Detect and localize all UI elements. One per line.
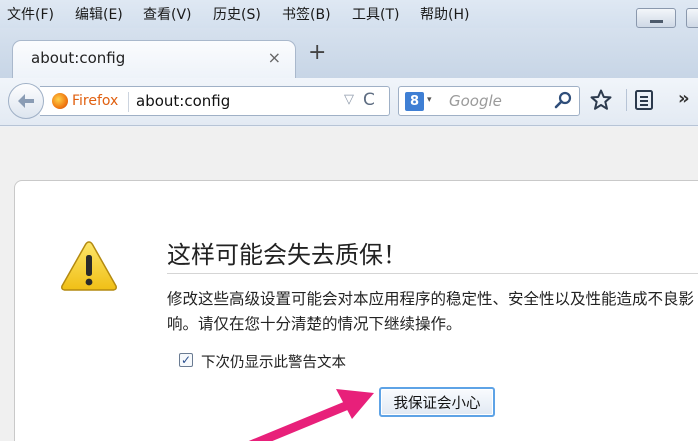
toolbar-separator	[626, 89, 627, 111]
tab-title: about:config	[31, 49, 126, 67]
back-button[interactable]	[8, 83, 44, 119]
search-engine-caret-icon[interactable]: ▾	[427, 95, 432, 105]
menu-view[interactable]: 查看(V)	[143, 4, 192, 24]
show-warning-checkbox[interactable]: ✓	[179, 353, 193, 367]
warning-description: 修改这些高级设置可能会对本应用程序的稳定性、安全性以及性能造成不良影响。请仅在您…	[167, 290, 695, 333]
toolbar-overflow-icon[interactable]: »	[678, 88, 690, 109]
search-icon[interactable]	[553, 90, 573, 114]
accept-risk-button[interactable]: 我保证会小心	[379, 387, 495, 417]
menu-bar: 文件(F) 编辑(E) 查看(V) 历史(S) 书签(B) 工具(T) 帮助(H…	[0, 0, 698, 28]
url-history-dropdown-icon[interactable]: ▽	[344, 92, 354, 107]
tab-strip: about:config × +	[0, 28, 698, 78]
menu-edit[interactable]: 编辑(E)	[75, 4, 123, 24]
show-warning-checkbox-label[interactable]: 下次仍显示此警告文本	[201, 351, 346, 372]
bookmarks-menu-icon[interactable]	[634, 89, 654, 115]
tab-about-config[interactable]: about:config ×	[12, 40, 296, 78]
warning-title: 这样可能会失去质保！	[167, 241, 407, 269]
firefox-icon	[52, 93, 68, 109]
pointer-arrow-annotation	[248, 389, 374, 441]
url-input[interactable]: about:config	[136, 92, 230, 110]
identity-label[interactable]: Firefox	[72, 93, 118, 109]
menu-help[interactable]: 帮助(H)	[420, 4, 469, 24]
menu-file[interactable]: 文件(F)	[7, 4, 54, 24]
back-arrow-icon	[18, 94, 34, 108]
search-bar[interactable]: 8 ▾ Google	[398, 86, 580, 116]
search-engine-icon[interactable]: 8	[405, 92, 424, 111]
page-content: 这样可能会失去质保！ 修改这些高级设置可能会对本应用程序的稳定性、安全性以及性能…	[0, 127, 698, 441]
reload-icon[interactable]: C	[363, 90, 375, 110]
warning-triangle-icon	[61, 241, 117, 291]
url-bar[interactable]: Firefox about:config ▽ C	[40, 86, 390, 116]
url-separator	[128, 92, 129, 112]
navigation-toolbar: Firefox about:config ▽ C 8 ▾ Google »	[0, 78, 698, 126]
new-tab-button[interactable]: +	[308, 40, 326, 65]
bookmark-star-icon[interactable]	[590, 89, 612, 115]
tab-close-icon[interactable]: ×	[268, 48, 281, 67]
title-divider	[167, 273, 698, 274]
menu-bookmarks[interactable]: 书签(B)	[282, 4, 331, 24]
menu-tools[interactable]: 工具(T)	[352, 4, 399, 24]
search-input[interactable]: Google	[449, 92, 502, 110]
menu-history[interactable]: 历史(S)	[213, 4, 261, 24]
minimize-button[interactable]	[636, 8, 676, 28]
maximize-button[interactable]	[686, 8, 698, 28]
